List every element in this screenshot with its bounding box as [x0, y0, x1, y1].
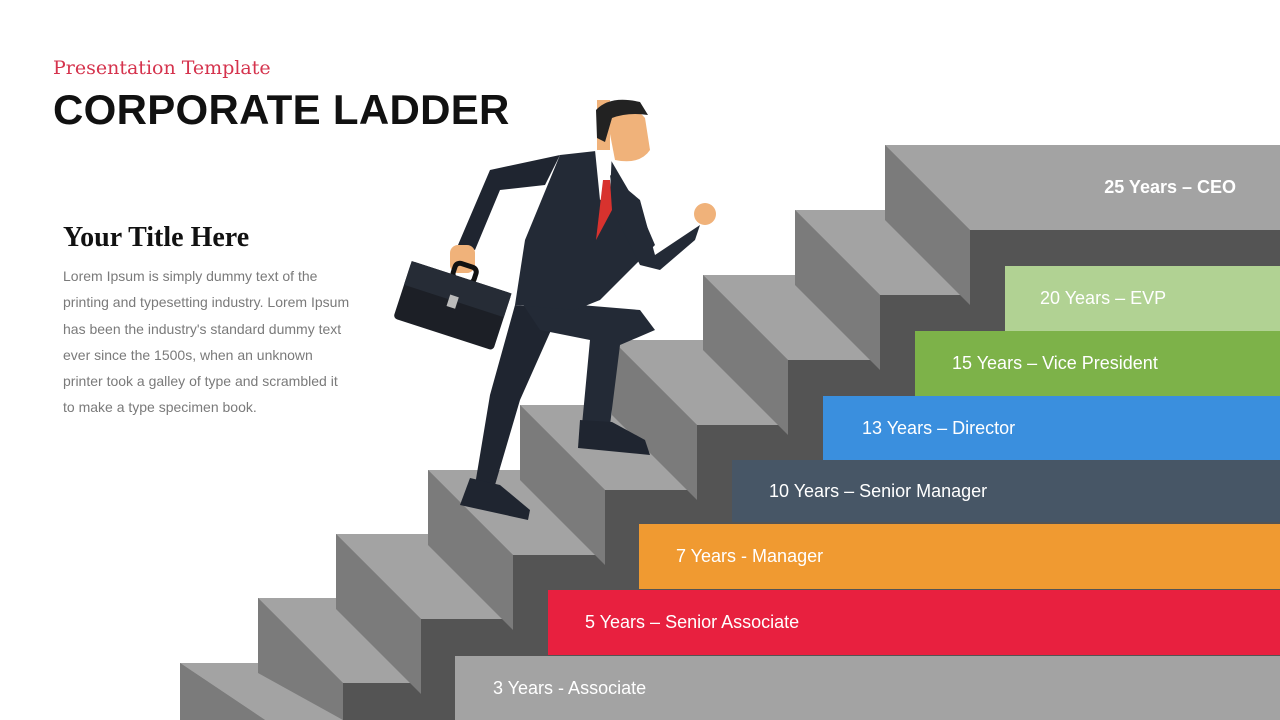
level-label: 13 Years – Director	[862, 417, 1016, 438]
level-ceo: 25 Years – CEO	[970, 145, 1280, 230]
body-text: Lorem Ipsum is simply dummy text of the …	[63, 268, 350, 416]
level-senior-associate: 5 Years – Senior Associate	[548, 590, 1280, 655]
level-director: 13 Years – Director	[823, 396, 1280, 460]
level-label: 5 Years – Senior Associate	[585, 612, 800, 632]
level-associate: 3 Years - Associate	[455, 656, 1280, 720]
level-label: 20 Years – EVP	[1040, 288, 1167, 308]
level-senior-manager: 10 Years – Senior Manager	[732, 460, 1280, 522]
level-evp: 20 Years – EVP	[1005, 266, 1280, 331]
level-label: 15 Years – Vice President	[952, 353, 1158, 373]
level-manager: 7 Years - Manager	[639, 524, 1280, 589]
level-vice-president: 15 Years – Vice President	[915, 331, 1280, 396]
level-label: 10 Years – Senior Manager	[769, 480, 988, 501]
slide-subtitle: Presentation Template	[53, 57, 271, 79]
businessman-icon	[394, 99, 716, 520]
level-label: 7 Years - Manager	[676, 546, 824, 566]
level-label: 25 Years – CEO	[1104, 177, 1236, 197]
section-heading: Your Title Here	[63, 222, 250, 253]
level-label: 3 Years - Associate	[493, 677, 647, 698]
